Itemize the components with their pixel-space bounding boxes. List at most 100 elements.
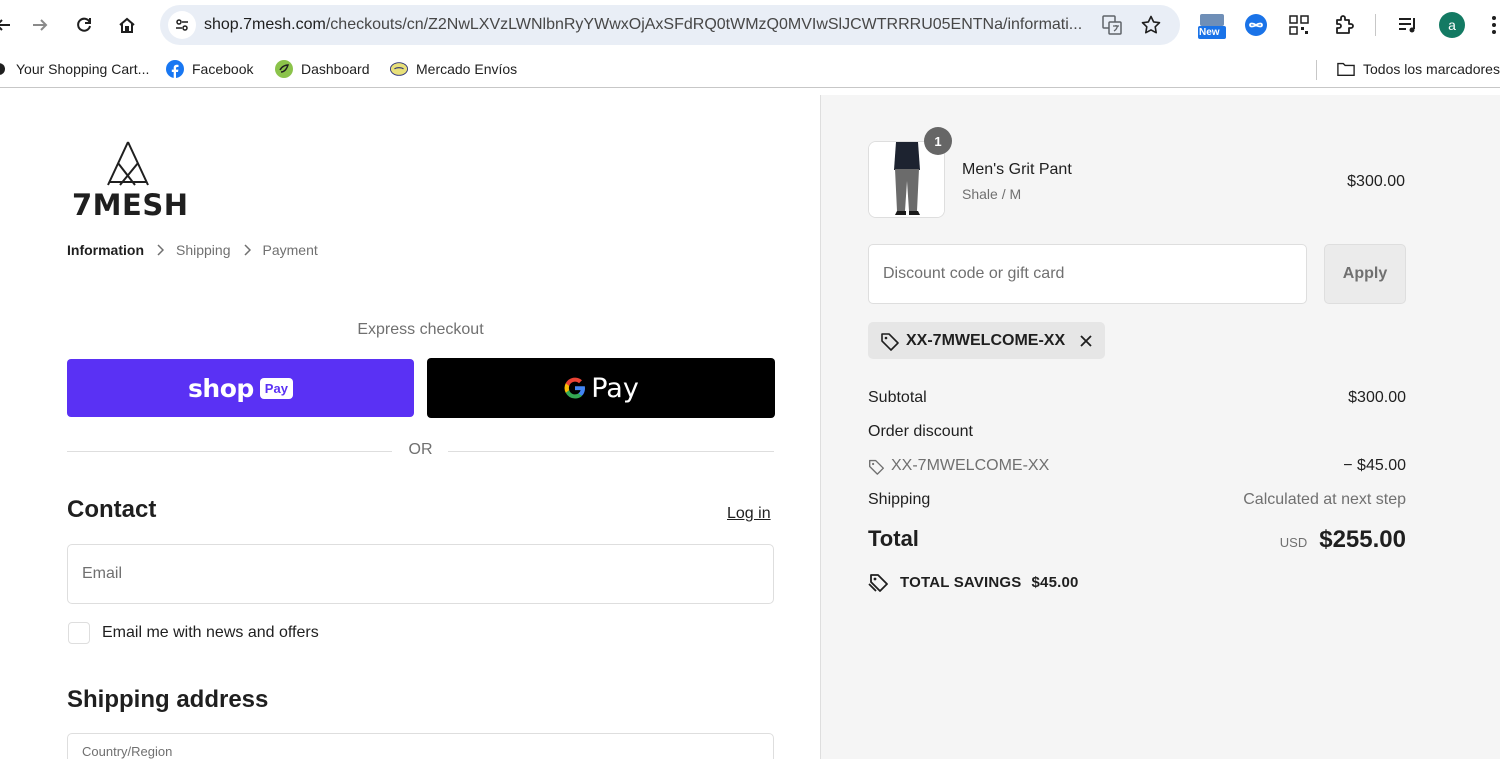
qr-code-icon[interactable] [1285, 11, 1313, 39]
order-discount-row: Order discount [868, 423, 1406, 441]
home-icon[interactable] [112, 10, 142, 40]
chevron-right-icon [243, 244, 251, 256]
subtotal-row: Subtotal $300.00 [868, 389, 1406, 407]
breadcrumb-information: Information [67, 242, 144, 258]
reload-icon[interactable] [69, 10, 99, 40]
product-price: $300.00 [1347, 173, 1405, 190]
log-in-link[interactable]: Log in [727, 505, 771, 523]
new-badge: New [1199, 27, 1220, 38]
all-bookmarks-label: Todos los marcadores [1363, 61, 1500, 77]
country-region-label: Country/Region [82, 744, 173, 759]
discount-code-placeholder: Discount code or gift card [883, 265, 1065, 282]
breadcrumb-payment[interactable]: Payment [263, 242, 318, 258]
total-savings: TOTAL SAVINGS $45.00 [868, 572, 1079, 592]
newsletter-label[interactable]: Email me with news and offers [102, 624, 319, 642]
media-control-icon[interactable] [1394, 11, 1422, 39]
quantity-badge: 1 [924, 127, 952, 155]
brand-logo[interactable]: 7MESH [70, 140, 190, 222]
bookmark-label: Dashboard [301, 61, 370, 77]
product-name: Men's Grit Pant [962, 161, 1072, 178]
site-settings-icon[interactable] [168, 11, 196, 39]
discount-value: − $45.00 [1343, 457, 1406, 474]
bookmark-facebook[interactable]: Facebook [166, 60, 253, 78]
or-line-right [448, 451, 774, 452]
chevron-right-icon [156, 244, 164, 256]
bookmark-dashboard[interactable]: Dashboard [275, 60, 370, 78]
checkout-main: 7MESH Information Shipping Payment Expre… [0, 95, 820, 759]
contact-heading: Contact [67, 496, 157, 523]
newsletter-option: Email me with news and offers [68, 622, 319, 644]
discount-code-field[interactable]: Discount code or gift card [868, 244, 1307, 304]
google-pay-wordmark: Pay [591, 372, 639, 404]
profile-avatar[interactable]: a [1438, 11, 1466, 39]
express-checkout-title: Express checkout [357, 321, 484, 338]
bookmark-label: Facebook [192, 61, 254, 77]
total-currency: USD [1279, 535, 1308, 550]
total-amount: $255.00 [1319, 526, 1406, 553]
tag-icon [880, 331, 900, 351]
total-value: USD $255.00 [1280, 526, 1406, 554]
bookmark-label: Your Shopping Cart... [16, 61, 150, 77]
browser-toolbar: shop.7mesh.com/checkouts/cn/Z2NwLXVzLWNl… [0, 0, 1500, 50]
new-extension-icon[interactable]: New [1197, 11, 1227, 41]
bookmark-mercado-envios[interactable]: Mercado Envíos [390, 60, 517, 78]
forward-icon[interactable] [25, 10, 55, 40]
bookmark-label: Mercado Envíos [416, 61, 518, 77]
extensions-puzzle-icon[interactable] [1330, 11, 1358, 39]
discount-code-row: XX-7MWELCOME-XX − $45.00 [868, 457, 1406, 480]
mercado-envios-icon [390, 60, 408, 78]
back-icon[interactable] [0, 10, 18, 40]
shipping-value: Calculated at next step [1243, 491, 1406, 508]
subtotal-label: Subtotal [868, 389, 927, 406]
translate-icon[interactable] [1100, 13, 1124, 37]
subtotal-value: $300.00 [1348, 389, 1406, 406]
discount-code-text: XX-7MWELCOME-XX [891, 457, 1050, 474]
shipping-row: Shipping Calculated at next step [868, 491, 1406, 509]
folder-icon [1337, 60, 1355, 78]
order-summary: 1 Men's Grit Pant Shale / M $300.00 Disc… [820, 95, 1500, 759]
shipping-address-heading: Shipping address [67, 686, 269, 713]
all-bookmarks-folder[interactable]: Todos los marcadores [1337, 60, 1500, 78]
tag-icon [868, 458, 885, 475]
or-divider: OR [67, 441, 774, 461]
google-g-icon [564, 377, 586, 399]
total-row: Total USD $255.00 [868, 526, 1406, 558]
breadcrumb-shipping[interactable]: Shipping [176, 242, 231, 258]
profile-initial: a [1439, 12, 1465, 38]
address-bar[interactable]: shop.7mesh.com/checkouts/cn/Z2NwLXVzLWNl… [160, 5, 1180, 45]
url-text[interactable]: shop.7mesh.com/checkouts/cn/Z2NwLXVzLWNl… [204, 16, 1099, 34]
email-field[interactable]: Email [67, 544, 774, 604]
savings-value: $45.00 [1031, 573, 1079, 591]
apply-button[interactable]: Apply [1324, 244, 1406, 304]
url-host: shop.7mesh.com [204, 16, 326, 33]
facebook-icon [166, 60, 184, 78]
order-discount-label: Order discount [868, 423, 973, 440]
product-variant: Shale / M [962, 186, 1022, 202]
applied-discount-code: XX-7MWELCOME-XX [906, 331, 1066, 349]
bookmark-shopping-cart[interactable]: Your Shopping Cart... [0, 60, 149, 78]
shipping-label: Shipping [868, 491, 931, 508]
bookmarks-divider [1316, 60, 1317, 80]
shop-pay-wordmark: shop [188, 373, 254, 403]
applied-discount-chip: XX-7MWELCOME-XX [868, 322, 1106, 359]
savings-label: TOTAL SAVINGS [900, 573, 1022, 591]
country-region-select[interactable]: Country/Region [67, 733, 774, 759]
bookmarks-bar: Your Shopping Cart... Facebook Dashboard… [0, 50, 1500, 88]
total-label: Total [868, 526, 919, 551]
google-pay-button[interactable]: Pay [427, 358, 775, 418]
shop-pay-button[interactable]: shop Pay [67, 359, 414, 417]
url-path: /checkouts/cn/Z2NwLXVzLWNlbnRyYWwxOjAxSF… [325, 16, 1083, 33]
remove-discount-icon[interactable] [1079, 334, 1093, 348]
toolbar-divider [1375, 14, 1376, 36]
cart-favicon-icon [0, 60, 8, 78]
savings-tag-icon [868, 572, 890, 592]
mountain-logo-icon [107, 141, 149, 186]
infinity-extension-icon[interactable] [1242, 11, 1270, 39]
dashboard-favicon-icon [275, 60, 293, 78]
shop-pay-tag: Pay [259, 377, 293, 399]
or-text: OR [408, 441, 433, 458]
email-placeholder: Email [82, 565, 123, 582]
newsletter-checkbox[interactable] [68, 622, 90, 644]
browser-menu-icon[interactable] [1480, 11, 1500, 39]
bookmark-star-icon[interactable] [1139, 13, 1163, 37]
